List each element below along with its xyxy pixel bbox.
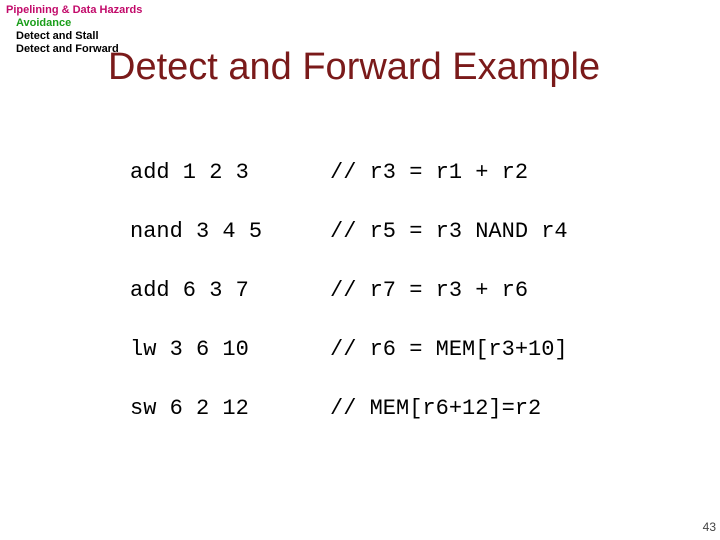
code-comment: // r7 = r3 + r6 xyxy=(330,278,568,337)
code-comment: // r3 = r1 + r2 xyxy=(330,160,568,219)
page-number: 43 xyxy=(703,520,716,534)
code-example: add 1 2 3 // r3 = r1 + r2 nand 3 4 5 // … xyxy=(130,160,568,421)
code-comment: // r5 = r3 NAND r4 xyxy=(330,219,568,278)
code-op: add 1 2 3 xyxy=(130,160,330,219)
code-row: sw 6 2 12 // MEM[r6+12]=r2 xyxy=(130,396,568,421)
code-row: add 6 3 7 // r7 = r3 + r6 xyxy=(130,278,568,337)
code-op: lw 3 6 10 xyxy=(130,337,330,396)
code-row: nand 3 4 5 // r5 = r3 NAND r4 xyxy=(130,219,568,278)
code-comment: // r6 = MEM[r3+10] xyxy=(330,337,568,396)
code-op: nand 3 4 5 xyxy=(130,219,330,278)
code-op: sw 6 2 12 xyxy=(130,396,330,421)
page-title: Detect and Forward Example xyxy=(108,46,600,89)
code-row: lw 3 6 10 // r6 = MEM[r3+10] xyxy=(130,337,568,396)
code-row: add 1 2 3 // r3 = r1 + r2 xyxy=(130,160,568,219)
breadcrumb-avoidance: Avoidance xyxy=(16,17,142,30)
breadcrumb-stall: Detect and Stall xyxy=(16,30,142,43)
breadcrumb-root: Pipelining & Data Hazards xyxy=(6,4,142,17)
code-op: add 6 3 7 xyxy=(130,278,330,337)
code-comment: // MEM[r6+12]=r2 xyxy=(330,396,568,421)
